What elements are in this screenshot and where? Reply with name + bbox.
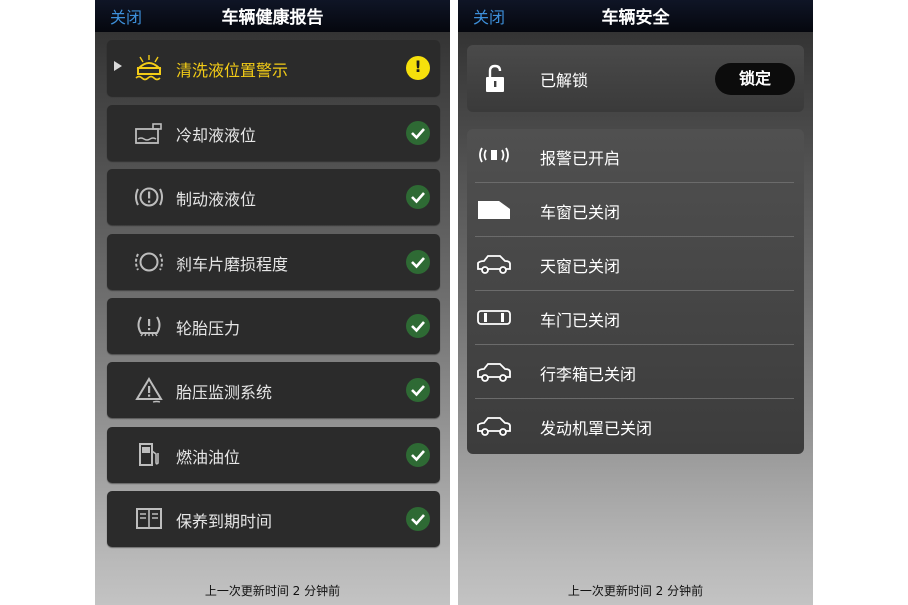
nav-bar: 关闭 车辆健康报告 <box>95 0 450 32</box>
warning-badge-icon: ! <box>406 56 430 80</box>
health-item-label: 清洗液位置警示 <box>176 61 289 80</box>
trunk-icon <box>475 357 513 385</box>
nav-bar: 关闭 车辆安全 <box>458 0 813 32</box>
last-updated-text: 上一次更新时间 2 分钟前 <box>204 584 341 598</box>
health-item-service[interactable]: 保养到期时间 <box>107 491 440 547</box>
health-item-fuel[interactable]: 燃油油位 <box>107 427 440 483</box>
check-icon <box>406 378 430 402</box>
security-row-label: 报警已开启 <box>540 149 621 168</box>
security-row-sunroof: 天窗已关闭 <box>467 237 804 291</box>
security-row-label: 天窗已关闭 <box>540 257 621 276</box>
lock-status-label: 已解锁 <box>540 71 589 90</box>
tire-pressure-icon <box>133 312 165 340</box>
alarm-icon <box>475 141 513 169</box>
health-item-washer-fluid[interactable]: 清洗液位置警示 ! <box>107 40 440 96</box>
page-title: 车辆安全 <box>601 8 670 28</box>
vehicle-security-screen: 关闭 车辆安全 已解锁 锁定 报警已开启 车窗已关闭 天窗已关闭 车门已关闭 行… <box>458 0 813 605</box>
page-title: 车辆健康报告 <box>221 8 324 28</box>
lock-button[interactable]: 锁定 <box>715 63 795 95</box>
check-icon <box>406 507 430 531</box>
security-row-label: 车窗已关闭 <box>540 203 621 222</box>
security-row-label: 发动机罩已关闭 <box>540 419 653 438</box>
health-item-brake-fluid[interactable]: 制动液液位 <box>107 169 440 225</box>
last-updated-text: 上一次更新时间 2 分钟前 <box>567 584 704 598</box>
hood-icon <box>475 411 513 439</box>
brake-fluid-icon <box>133 183 165 211</box>
health-item-label: 刹车片磨损程度 <box>176 255 289 274</box>
health-item-label: 制动液液位 <box>176 190 257 209</box>
brake-pad-icon <box>133 248 165 276</box>
vehicle-health-screen: 关闭 车辆健康报告 清洗液位置警示 ! 冷却液液位 制动液液位 刹车片磨损程度 … <box>95 0 450 605</box>
service-book-icon <box>133 505 165 533</box>
security-row-alarm: 报警已开启 <box>467 129 804 183</box>
expand-arrow-icon <box>114 61 122 71</box>
security-row-windows: 车窗已关闭 <box>467 183 804 237</box>
check-icon <box>406 314 430 338</box>
security-row-doors: 车门已关闭 <box>467 291 804 345</box>
unlocked-padlock-icon <box>482 64 508 94</box>
check-icon <box>406 121 430 145</box>
health-item-brake-pad[interactable]: 刹车片磨损程度 <box>107 234 440 290</box>
door-icon <box>475 303 513 331</box>
health-item-tire-pressure[interactable]: 轮胎压力 <box>107 298 440 354</box>
check-icon <box>406 250 430 274</box>
health-item-label: 燃油油位 <box>176 448 241 467</box>
security-row-hood: 发动机罩已关闭 <box>467 399 804 453</box>
lock-status-card: 已解锁 锁定 <box>467 45 804 112</box>
check-icon <box>406 443 430 467</box>
tpms-icon <box>133 376 165 404</box>
health-item-label: 保养到期时间 <box>176 512 273 531</box>
check-icon <box>406 185 430 209</box>
health-item-label: 冷却液液位 <box>176 126 257 145</box>
security-status-list: 报警已开启 车窗已关闭 天窗已关闭 车门已关闭 行李箱已关闭 发动机罩已关闭 <box>467 129 804 454</box>
health-item-tpms[interactable]: 胎压监测系统 <box>107 362 440 418</box>
health-item-label: 轮胎压力 <box>176 319 241 338</box>
sunroof-icon <box>475 249 513 277</box>
window-icon <box>475 195 513 223</box>
security-row-label: 行李箱已关闭 <box>540 365 637 384</box>
health-item-label: 胎压监测系统 <box>176 383 273 402</box>
washer-fluid-icon <box>133 54 165 82</box>
fuel-pump-icon <box>133 441 165 469</box>
coolant-icon <box>133 119 165 147</box>
security-row-label: 车门已关闭 <box>540 311 621 330</box>
health-item-coolant[interactable]: 冷却液液位 <box>107 105 440 161</box>
security-row-trunk: 行李箱已关闭 <box>467 345 804 399</box>
